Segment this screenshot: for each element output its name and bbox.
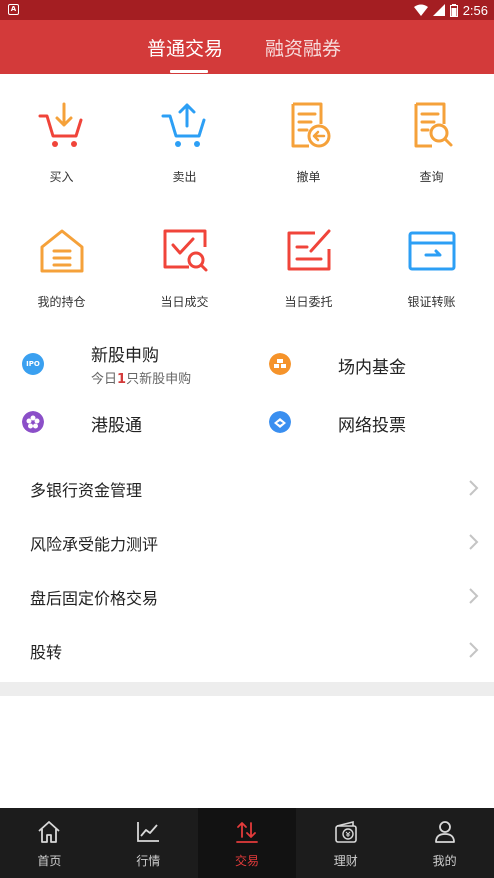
bank-transfer-label: 银证转账 [407, 295, 456, 309]
battery-icon [449, 3, 458, 17]
list-item-label: 多银行资金管理 [30, 481, 143, 500]
tab-home[interactable]: 首页 [0, 808, 99, 878]
notification-icon: A [8, 4, 19, 15]
list-item-label: 风险承受能力测评 [30, 535, 159, 554]
my-positions-button[interactable]: 我的持仓 [0, 225, 123, 310]
top-header: 普通交易 融资融券 [0, 20, 494, 74]
sell-button[interactable]: 卖出 [123, 100, 246, 185]
tab-wealth[interactable]: 理财 [296, 808, 395, 878]
tab-wealth-label: 理财 [333, 854, 358, 868]
exchange-fund-entry[interactable]: 场内基金 [247, 336, 494, 394]
tab-margin-trade[interactable]: 融资融券 [265, 34, 341, 61]
vote-title: 网络投票 [338, 416, 406, 436]
ipo-title: 新股申购 [91, 346, 159, 366]
tab-market-label: 行情 [136, 854, 161, 868]
hk-connect-entry[interactable]: 港股通 [0, 400, 247, 446]
home-icon [38, 821, 60, 843]
signal-icon [432, 4, 445, 16]
tab-home-label: 首页 [37, 854, 62, 868]
buy-button[interactable]: 买入 [0, 100, 123, 185]
chevron-right-icon [469, 534, 479, 550]
active-tab-indicator [170, 70, 208, 73]
hk-flower-icon [22, 411, 44, 433]
ipo-subtitle: 今日1只新股申购 [91, 372, 192, 387]
section-divider [0, 682, 494, 696]
clock: 2:56 [462, 2, 488, 18]
list-item-multi-bank[interactable]: 多银行资金管理 [0, 462, 494, 516]
tab-market[interactable]: 行情 [99, 808, 198, 878]
cancel-order-label: 撤单 [296, 170, 321, 184]
list-item-label: 股转 [30, 643, 63, 662]
fund-title: 场内基金 [338, 358, 406, 378]
bank-transfer-button[interactable]: 银证转账 [370, 225, 493, 310]
list-item-after-hours[interactable]: 盘后固定价格交易 [0, 570, 494, 624]
person-icon [434, 821, 455, 843]
cart-in-icon [38, 102, 82, 147]
transfer-card-icon [408, 231, 455, 271]
query-label: 查询 [419, 170, 444, 184]
deal-check-icon [163, 229, 207, 272]
wallet-icon [334, 820, 357, 843]
list-item-label: 盘后固定价格交易 [30, 589, 159, 608]
chart-icon [137, 822, 160, 842]
query-doc-icon [414, 102, 452, 148]
chevron-right-icon [469, 480, 479, 496]
cart-out-icon [161, 103, 205, 147]
hk-title: 港股通 [91, 416, 142, 436]
tab-mine[interactable]: 我的 [395, 808, 494, 878]
list-item-risk-assessment[interactable]: 风险承受能力测评 [0, 516, 494, 570]
tab-mine-label: 我的 [432, 854, 457, 868]
sell-label: 卖出 [172, 170, 197, 184]
fund-icon [269, 353, 291, 375]
ipo-icon: IPO [22, 353, 44, 375]
tab-trade[interactable]: 交易 [197, 808, 297, 878]
my-positions-label: 我的持仓 [37, 295, 86, 309]
ipo-subscribe-entry[interactable]: IPO 新股申购 今日1只新股申购 [0, 336, 247, 394]
today-deals-button[interactable]: 当日成交 [123, 225, 246, 310]
bottom-tab-bar: 首页 行情 交易 理财 我的 [0, 808, 494, 878]
chevron-right-icon [469, 588, 479, 604]
today-entrust-button[interactable]: 当日委托 [247, 225, 370, 310]
cancel-order-button[interactable]: 撤单 [247, 100, 370, 185]
house-icon [40, 229, 83, 273]
query-button[interactable]: 查询 [370, 100, 493, 185]
vote-icon [269, 411, 291, 433]
chevron-right-icon [469, 642, 479, 658]
tab-normal-trade[interactable]: 普通交易 [147, 34, 223, 61]
status-indicators: 2:56 [413, 1, 488, 19]
today-entrust-label: 当日委托 [284, 295, 333, 309]
cancel-order-icon [291, 102, 330, 148]
today-deals-label: 当日成交 [160, 295, 209, 309]
trade-arrows-icon [236, 822, 258, 843]
wifi-icon [413, 4, 428, 16]
buy-label: 买入 [49, 170, 74, 184]
list-item-share-transfer[interactable]: 股转 [0, 624, 494, 678]
tab-trade-label: 交易 [234, 854, 259, 868]
status-bar: A 2:56 [0, 0, 494, 20]
online-vote-entry[interactable]: 网络投票 [247, 400, 494, 446]
entrust-edit-icon [287, 229, 330, 271]
